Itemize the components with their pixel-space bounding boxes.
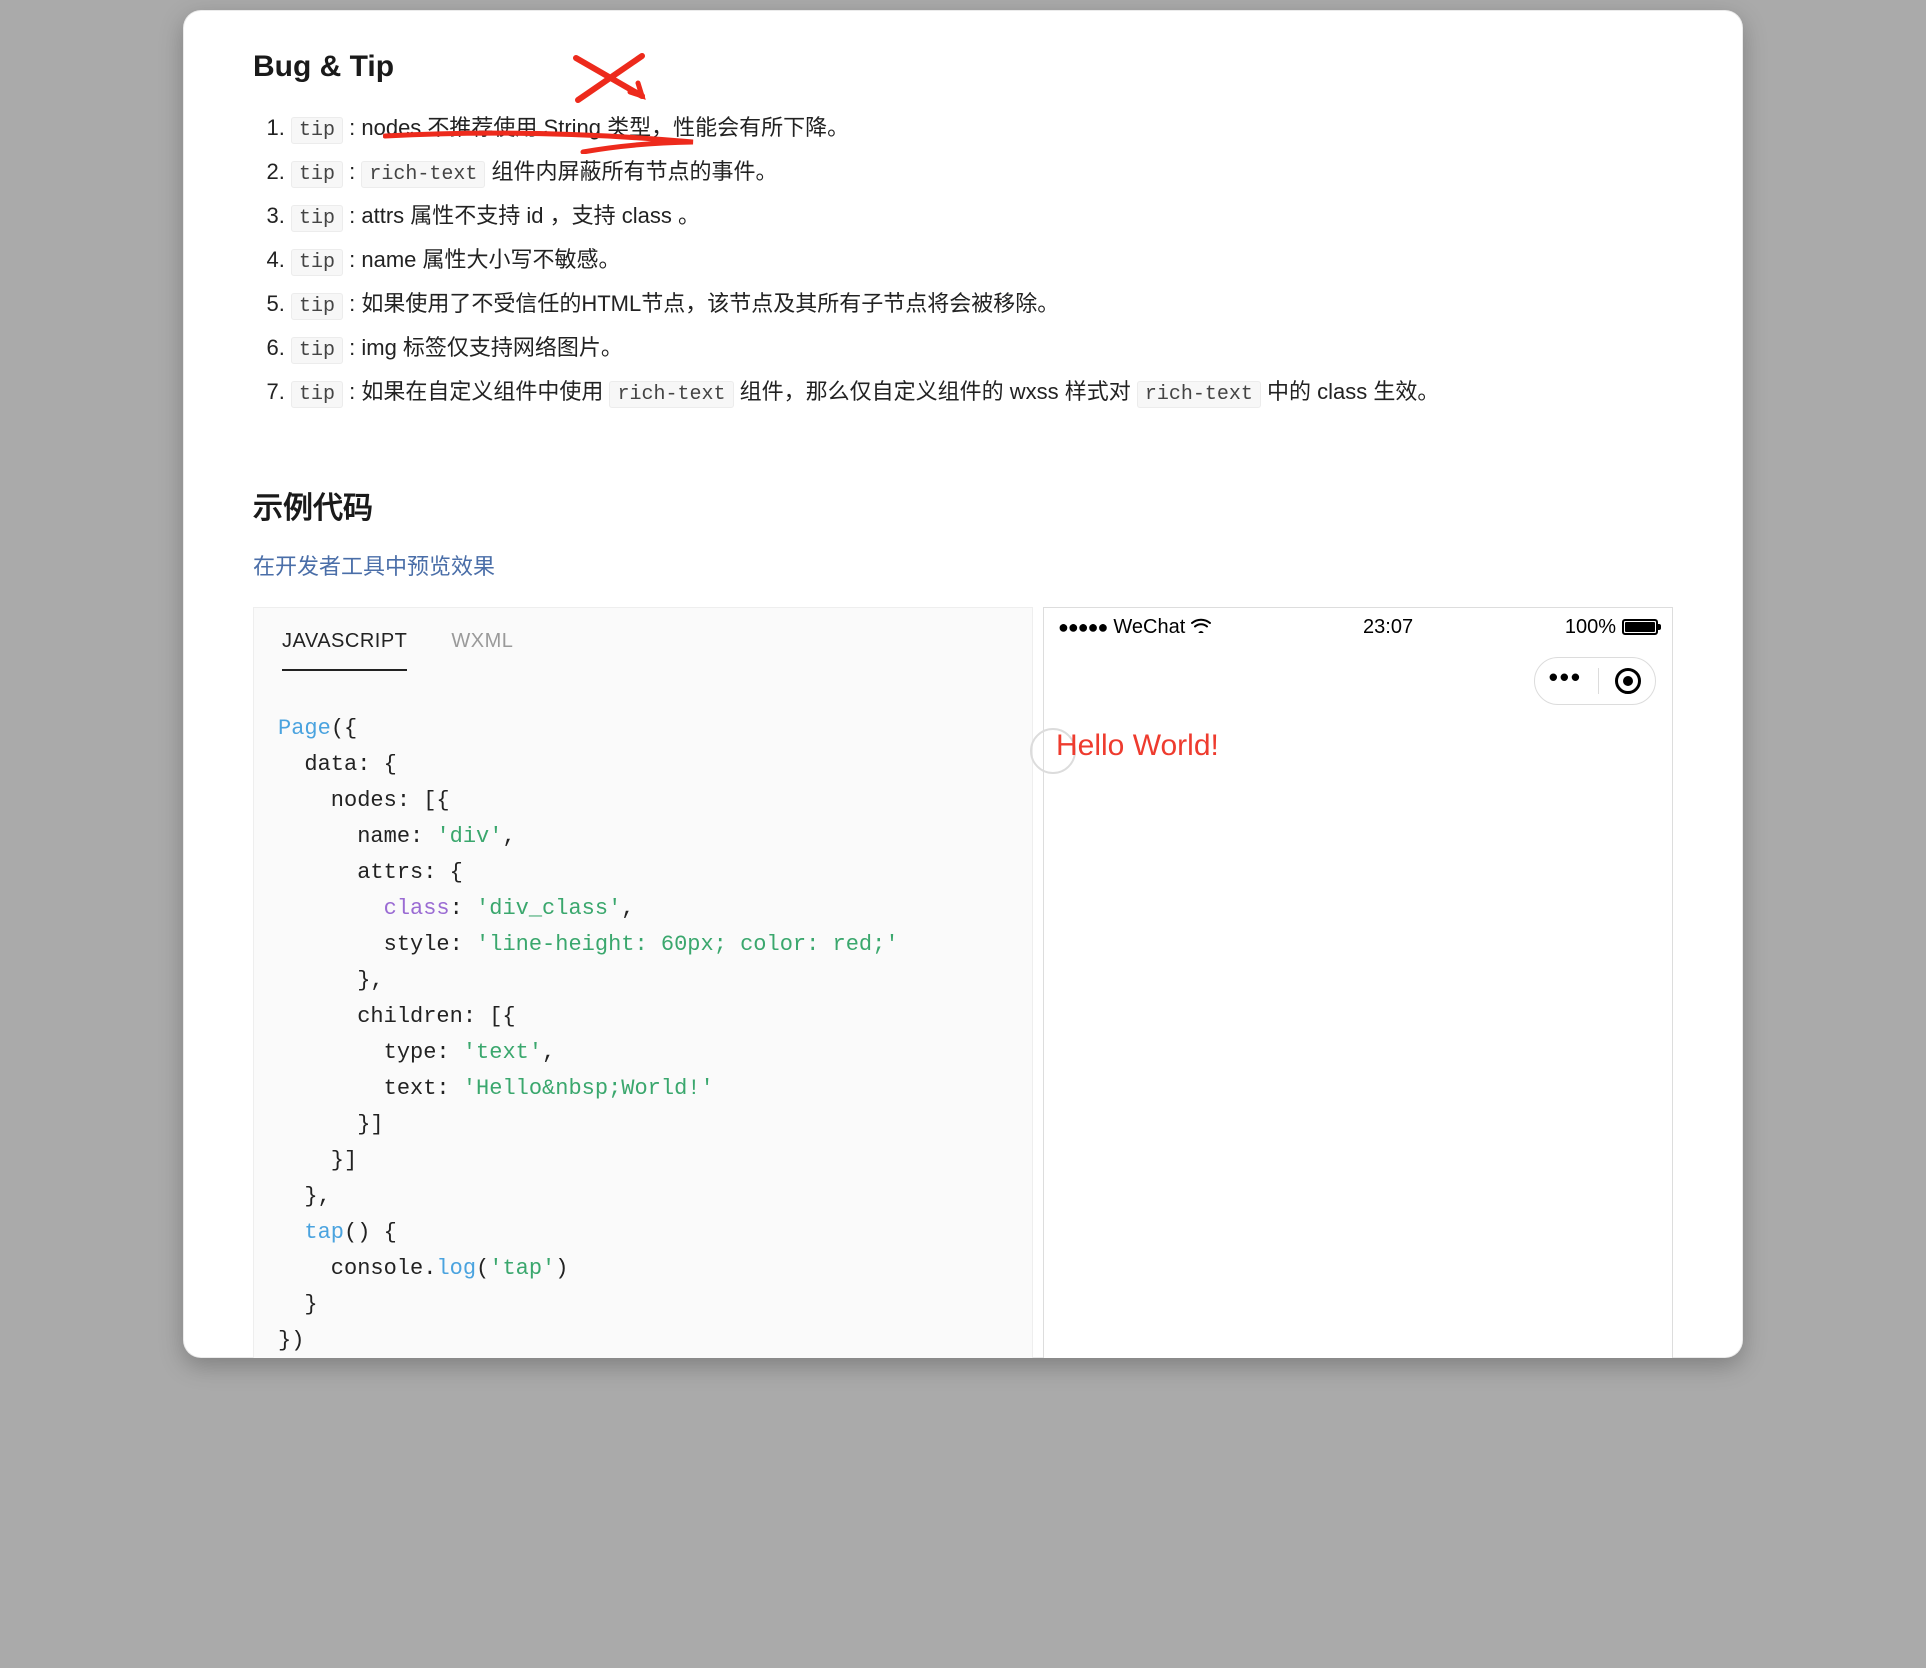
tip-item: tip : attrs 属性不支持 id ，支持 class 。: [291, 196, 1673, 239]
clock-label: 23:07: [1363, 616, 1413, 639]
capsule-separator: [1598, 668, 1599, 694]
code-tab-javascript[interactable]: JAVASCRIPT: [282, 630, 407, 671]
code-tabs: JAVASCRIPT WXML: [278, 608, 1008, 671]
inline-code: rich-text: [361, 161, 485, 188]
signal-dots-icon: ●●●●●: [1058, 617, 1107, 638]
tip-pill: tip: [291, 117, 343, 144]
wifi-icon: [1191, 616, 1211, 639]
hello-world-text: Hello World!: [1056, 716, 1660, 776]
inline-code: rich-text: [609, 381, 733, 408]
tip-item: tip : nodes 不推荐使用 String 类型，性能会有所下降。: [291, 108, 1673, 151]
tip-item: tip : 如果使用了不受信任的HTML节点，该节点及其所有子节点将会被移除。: [291, 284, 1673, 327]
code-panel: JAVASCRIPT WXML Page({ data: { nodes: [{ …: [253, 607, 1033, 1358]
tip-item: tip : name 属性大小写不敏感。: [291, 240, 1673, 283]
tip-pill: tip: [291, 337, 343, 364]
annotated-text: 不推荐使用 String 类型: [427, 115, 651, 140]
code-block: Page({ data: { nodes: [{ name: 'div', at…: [278, 711, 1008, 1358]
tip-pill: tip: [291, 161, 343, 188]
window-frame: Bug & Tip tip : nodes 不推荐使用 String 类型，性能…: [183, 10, 1743, 1358]
battery-icon: [1622, 619, 1658, 635]
example-heading: 示例代码: [253, 483, 1673, 527]
tip-pill: tip: [291, 205, 343, 232]
phone-toolbar: •••: [1044, 646, 1672, 716]
example-area: JAVASCRIPT WXML Page({ data: { nodes: [{ …: [253, 607, 1673, 1358]
tips-block: tip : nodes 不推荐使用 String 类型，性能会有所下降。tip …: [253, 108, 1673, 415]
tip-item: tip : 如果在自定义组件中使用 rich-text 组件，那么仅自定义组件的…: [291, 372, 1673, 415]
tip-item: tip : img 标签仅支持网络图片。: [291, 328, 1673, 371]
phone-status-bar: ●●●●● WeChat 23:07 100%: [1044, 608, 1672, 646]
inline-code: rich-text: [1137, 381, 1261, 408]
phone-preview: ●●●●● WeChat 23:07 100% •••: [1043, 607, 1673, 1358]
capsule-menu[interactable]: •••: [1534, 657, 1656, 705]
battery-percent: 100%: [1565, 616, 1616, 639]
carrier-label: WeChat: [1113, 616, 1185, 639]
bug-tip-heading: Bug & Tip: [253, 50, 1673, 84]
preview-link[interactable]: 在开发者工具中预览效果: [253, 554, 495, 579]
tip-pill: tip: [291, 293, 343, 320]
tip-pill: tip: [291, 381, 343, 408]
ellipsis-icon[interactable]: •••: [1549, 672, 1582, 682]
target-icon[interactable]: [1615, 668, 1641, 694]
phone-body: Hello World!: [1044, 716, 1672, 1358]
code-tab-wxml[interactable]: WXML: [451, 630, 513, 671]
tip-item: tip : rich-text 组件内屏蔽所有节点的事件。: [291, 152, 1673, 195]
tip-pill: tip: [291, 249, 343, 276]
tips-list: tip : nodes 不推荐使用 String 类型，性能会有所下降。tip …: [253, 108, 1673, 415]
